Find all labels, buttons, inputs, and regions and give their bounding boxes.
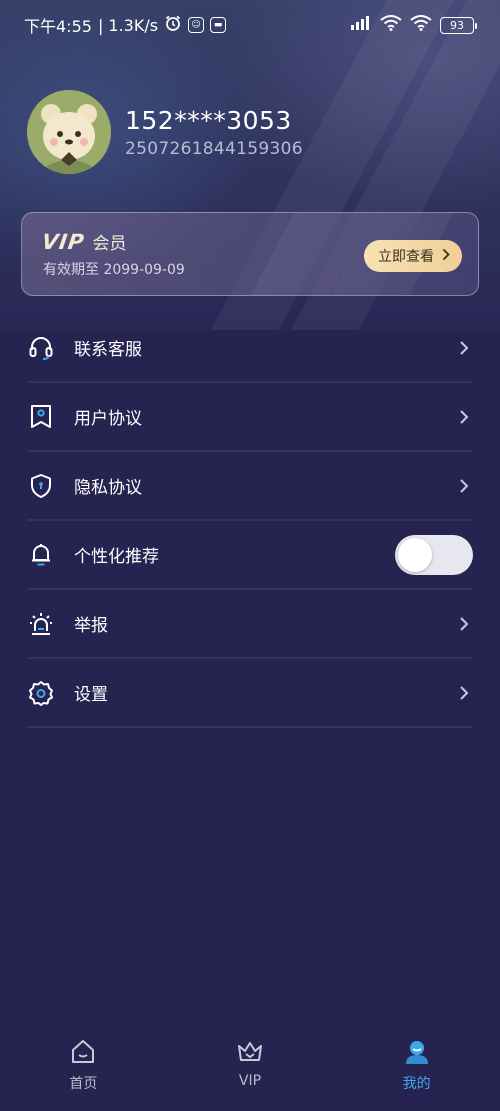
- vip-membership-card[interactable]: VIP 会员 有效期至 2099-09-09 立即查看: [21, 212, 479, 296]
- status-bar: 下午4:55 | 1.3K/s ☺ ▬ 93: [0, 0, 500, 50]
- gear-icon: [27, 679, 55, 707]
- menu-item-report[interactable]: 举报: [27, 590, 472, 659]
- network-speed: | 1.3K/s: [97, 15, 159, 35]
- menu-item-label: 设置: [74, 685, 108, 705]
- tab-home[interactable]: 首页: [23, 1037, 143, 1093]
- shield-icon: [27, 472, 55, 500]
- headset-icon: [27, 334, 55, 362]
- alarm-icon: [27, 610, 55, 638]
- cellular-signal-icon: [350, 15, 372, 35]
- view-vip-button-label: 立即查看: [378, 249, 434, 265]
- tab-label: 我的: [402, 1076, 431, 1092]
- avatar[interactable]: [27, 90, 111, 174]
- bottom-tab-bar: 首页 VIP 我的: [0, 1025, 500, 1111]
- personalized-recommendation-toggle[interactable]: [395, 534, 473, 575]
- wifi-icon: [380, 15, 402, 35]
- settings-menu: 联系客服 用户协议 隐私协议 个性化推荐 举报 设置: [27, 314, 473, 728]
- menu-item-personalized-recommendation: 个性化推荐: [27, 521, 473, 590]
- tab-vip[interactable]: VIP: [190, 1037, 310, 1089]
- profile-icon: [402, 1037, 432, 1067]
- chevron-right-icon: [442, 248, 450, 264]
- menu-item-label: 个性化推荐: [74, 547, 159, 567]
- wifi-secondary-icon: [410, 15, 432, 35]
- chevron-right-icon: [456, 340, 472, 356]
- user-id: 2507261844159306: [125, 139, 303, 159]
- menu-item-user-agreement[interactable]: 用户协议: [27, 383, 472, 452]
- home-icon: [68, 1037, 98, 1067]
- menu-item-customer-service[interactable]: 联系客服: [27, 314, 472, 383]
- chevron-right-icon: [456, 685, 472, 701]
- tab-label: 首页: [69, 1076, 98, 1092]
- menu-item-settings[interactable]: 设置: [27, 659, 472, 728]
- message-app-icon: ▬: [210, 17, 227, 33]
- chevron-right-icon: [456, 616, 472, 632]
- vip-title: 会员: [92, 234, 127, 254]
- profile-header[interactable]: 152****3053 2507261844159306: [27, 90, 303, 174]
- tab-label: VIP: [238, 1073, 262, 1089]
- vip-logo: VIP: [40, 229, 87, 254]
- toggle-knob: [398, 537, 432, 572]
- bell-icon: [27, 541, 55, 569]
- view-vip-button[interactable]: 立即查看: [364, 240, 462, 272]
- chevron-right-icon: [456, 478, 472, 494]
- chevron-right-icon: [456, 409, 472, 425]
- tab-profile[interactable]: 我的: [357, 1037, 477, 1093]
- menu-item-label: 举报: [74, 616, 108, 636]
- crown-icon: [235, 1037, 265, 1067]
- menu-item-label: 用户协议: [74, 409, 142, 429]
- notification-app-icon: ☺: [188, 17, 205, 33]
- user-phone: 152****3053: [125, 106, 292, 135]
- vip-expiry-date: 有效期至 2099-09-09: [43, 262, 185, 278]
- menu-item-privacy-policy[interactable]: 隐私协议: [27, 452, 472, 521]
- battery-indicator: 93: [440, 16, 477, 34]
- status-time: 下午4:55: [24, 17, 92, 36]
- alarm-clock-icon: [164, 14, 182, 36]
- menu-item-label: 隐私协议: [74, 478, 142, 498]
- menu-item-label: 联系客服: [74, 340, 142, 360]
- user-agreement-icon: [27, 403, 55, 431]
